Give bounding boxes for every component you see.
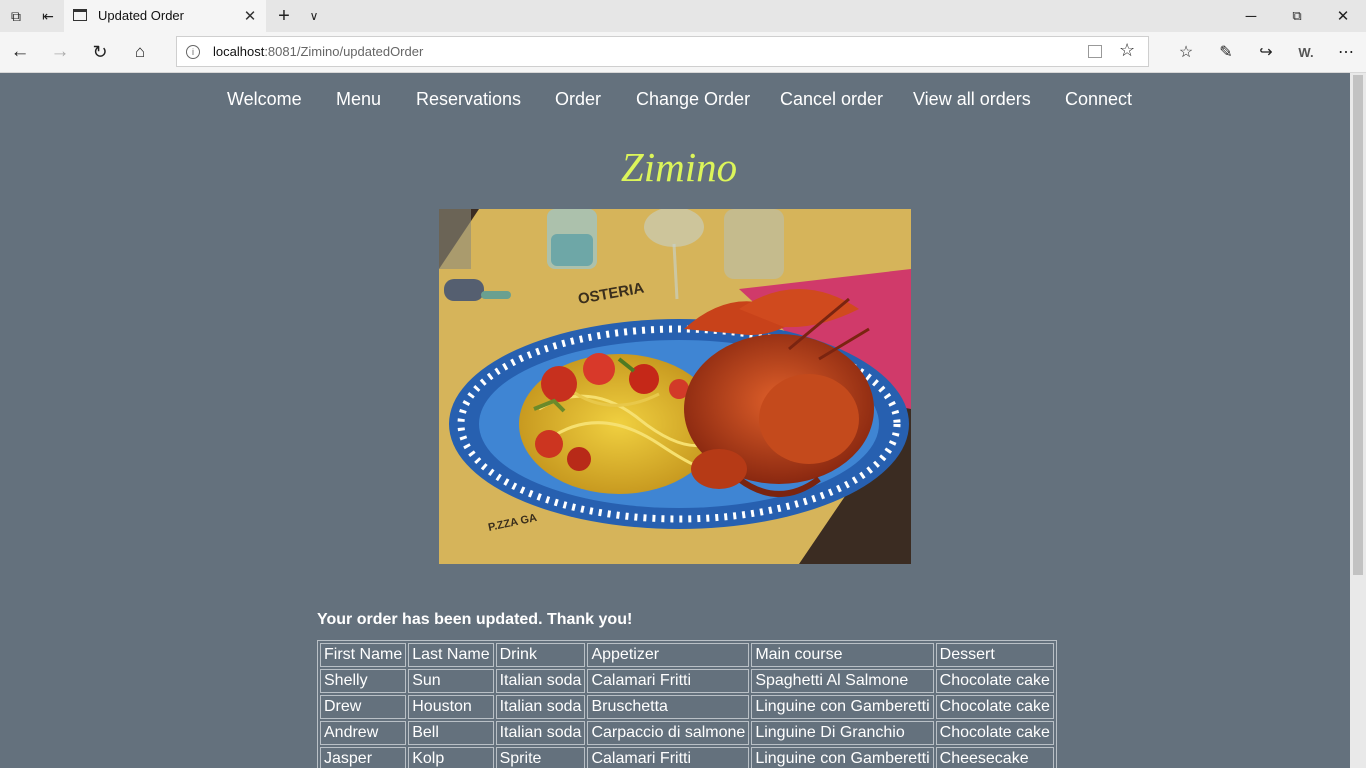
cell-main-course: Linguine con Gamberetti xyxy=(751,747,934,768)
tab-close-icon[interactable]: ✕ xyxy=(238,4,262,28)
cell-last-name: Houston xyxy=(408,695,494,719)
info-icon[interactable]: i xyxy=(186,45,200,59)
cell-main-course: Spaghetti Al Salmone xyxy=(751,669,934,693)
header-dessert: Dessert xyxy=(935,643,1054,667)
order-updated-message: Your order has been updated. Thank you! xyxy=(317,611,633,628)
home-icon[interactable]: ⌂ xyxy=(120,32,160,72)
page-icon xyxy=(73,9,87,21)
cell-appetizer: Bruschetta xyxy=(587,695,750,719)
extension-icon[interactable]: W. xyxy=(1286,32,1326,72)
cell-drink: Sprite xyxy=(495,747,586,768)
cell-first-name: Jasper xyxy=(320,747,407,768)
header-last-name: Last Name xyxy=(408,643,494,667)
scrollbar-thumb[interactable] xyxy=(1353,75,1363,575)
table-header-row: First Name Last Name Drink Appetizer Mai… xyxy=(320,643,1054,667)
cell-drink: Italian soda xyxy=(495,669,586,693)
cell-last-name: Bell xyxy=(408,721,494,745)
cell-last-name: Sun xyxy=(408,669,494,693)
cell-first-name: Andrew xyxy=(320,721,407,745)
cell-drink: Italian soda xyxy=(495,695,586,719)
chevron-down-icon[interactable]: ∨ xyxy=(298,0,330,32)
cell-drink: Italian soda xyxy=(495,721,586,745)
page-scrollbar[interactable] xyxy=(1350,73,1366,768)
nav-item-reservations[interactable]: Reservations xyxy=(416,89,521,110)
cell-dessert: Cheesecake xyxy=(935,747,1054,768)
pen-icon[interactable]: ✎ xyxy=(1206,32,1246,72)
main-nav: Welcome Menu Reservations Order Change O… xyxy=(0,89,1350,113)
cell-last-name: Kolp xyxy=(408,747,494,768)
brand-title: Zimino xyxy=(620,144,738,190)
table-row: Drew Houston Italian soda Bruschetta Lin… xyxy=(320,695,1054,719)
lobster-pasta-photo: OSTERIA P.ZZA GA xyxy=(439,209,911,564)
cell-dessert: Chocolate cake xyxy=(935,695,1054,719)
reading-view-icon[interactable] xyxy=(1088,45,1102,58)
header-first-name: First Name xyxy=(320,643,407,667)
table-row: Shelly Sun Italian soda Calamari Fritti … xyxy=(320,669,1054,693)
orders-table: First Name Last Name Drink Appetizer Mai… xyxy=(317,640,1057,768)
page-viewport: Welcome Menu Reservations Order Change O… xyxy=(0,73,1350,768)
cell-first-name: Shelly xyxy=(320,669,407,693)
header-main-course: Main course xyxy=(751,643,934,667)
nav-item-change-order[interactable]: Change Order xyxy=(636,89,750,110)
forward-icon[interactable]: → xyxy=(40,32,80,72)
minimize-icon[interactable]: ─ xyxy=(1228,0,1274,32)
nav-item-menu[interactable]: Menu xyxy=(336,89,381,110)
cell-main-course: Linguine con Gamberetti xyxy=(751,695,934,719)
back-icon[interactable]: ← xyxy=(0,32,40,72)
tab-title: Updated Order xyxy=(98,8,184,23)
share-icon[interactable]: ↪ xyxy=(1246,32,1286,72)
tab-actions-icon[interactable]: ⧉ xyxy=(0,0,32,32)
restore-icon[interactable]: ⧉ xyxy=(1274,0,1320,32)
browser-tab[interactable]: Updated Order ✕ xyxy=(64,0,266,32)
cell-dessert: Chocolate cake xyxy=(935,669,1054,693)
browser-toolbar: ← → ↻ ⌂ i localhost:8081/Zimino/updatedO… xyxy=(0,32,1366,73)
nav-item-connect[interactable]: Connect xyxy=(1065,89,1132,110)
header-appetizer: Appetizer xyxy=(587,643,750,667)
more-icon[interactable]: ⋯ xyxy=(1326,32,1366,72)
close-icon[interactable]: ✕ xyxy=(1320,0,1366,32)
cell-main-course: Linguine Di Granchio xyxy=(751,721,934,745)
cell-appetizer: Carpaccio di salmone xyxy=(587,721,750,745)
header-drink: Drink xyxy=(495,643,586,667)
nav-item-order[interactable]: Order xyxy=(555,89,601,110)
cell-dessert: Chocolate cake xyxy=(935,721,1054,745)
favorites-icon[interactable]: ☆ xyxy=(1166,32,1206,72)
cell-first-name: Drew xyxy=(320,695,407,719)
table-row: Andrew Bell Italian soda Carpaccio di sa… xyxy=(320,721,1054,745)
nav-item-view-all-orders[interactable]: View all orders xyxy=(913,89,1031,110)
cell-appetizer: Calamari Fritti xyxy=(587,669,750,693)
nav-item-cancel-order[interactable]: Cancel order xyxy=(780,89,883,110)
plus-icon[interactable]: + xyxy=(268,0,300,32)
url-text[interactable]: localhost:8081/Zimino/updatedOrder xyxy=(213,44,423,59)
browser-titlebar: ⧉ ⇤ Updated Order ✕ + ∨ ─ ⧉ ✕ xyxy=(0,0,1366,32)
set-aside-tabs-icon[interactable]: ⇤ xyxy=(32,0,64,32)
address-bar[interactable]: i localhost:8081/Zimino/updatedOrder ☆ xyxy=(176,36,1149,67)
nav-item-welcome[interactable]: Welcome xyxy=(227,89,302,110)
cell-appetizer: Calamari Fritti xyxy=(587,747,750,768)
favorite-star-icon[interactable]: ☆ xyxy=(1119,40,1135,61)
refresh-icon[interactable]: ↻ xyxy=(80,32,120,72)
table-row: Jasper Kolp Sprite Calamari Fritti Lingu… xyxy=(320,747,1054,768)
